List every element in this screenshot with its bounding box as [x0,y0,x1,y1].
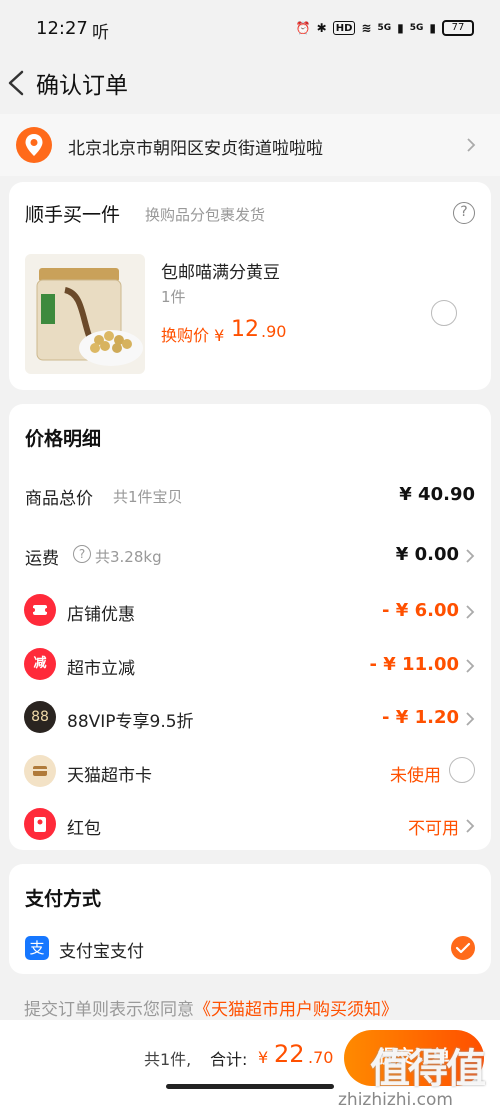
agreement-text: 提交订单则表示您同意《天猫超市用户购买须知》 [24,995,398,1020]
shipping-weight: 共3.28kg [95,548,162,566]
nav-bar: 确认订单 [0,58,500,110]
product-price-integer: 12 [231,317,259,342]
supermarket-discount-value[interactable]: - ¥ 11.00 [370,654,459,675]
address-row[interactable]: 北京北京市朝阳区安贞街道啦啦啦 [0,114,500,176]
payment-title: 支付方式 [25,888,102,910]
total-integer: 22 [274,1040,305,1068]
total-currency: ¥ [258,1048,269,1067]
status-notification-label: 听 [92,23,109,43]
addon-select-radio[interactable] [431,300,457,326]
coupon-icon [24,594,56,626]
supermarket-card-label: 天猫超市卡 [67,766,152,786]
bluetooth-icon: ✱ [316,21,327,35]
vip-discount-value[interactable]: - ¥ 1.20 [382,707,459,728]
shipping-label: 运费 [25,549,59,569]
red-packet-label: 红包 [67,819,101,839]
alipay-icon: 支 [25,936,49,960]
vip-discount-label: 88VIP专享9.5折 [67,712,194,732]
address-text: 北京北京市朝阳区安贞街道啦啦啦 [68,139,323,159]
chevron-right-icon [466,712,475,726]
discount-icon: 减 [24,648,56,680]
shipping-value[interactable]: ¥ 0.00 [396,544,459,565]
price-detail-card: 价格明细 商品总价 共1件宝贝 ¥ 40.90 运费 ? 共3.28kg ¥ 0… [9,404,491,850]
chevron-right-icon [466,659,475,673]
product-name[interactable]: 包邮喵满分黄豆 [161,258,280,283]
total-price-sub: 共1件宝贝 [113,488,183,506]
payment-selected-check-icon[interactable] [451,936,475,960]
product-price-decimal: .90 [261,322,287,341]
signal-bars-icon: ▮ [397,21,404,35]
location-pin-icon [16,127,52,163]
item-count: 共1件, [144,1050,192,1069]
total-label: 合计: [210,1050,248,1069]
vip-88-icon-text: 88 [31,709,49,725]
chevron-right-icon [466,819,475,833]
home-indicator[interactable] [166,1084,334,1089]
chevron-right-icon [466,605,475,619]
addon-card: 顺手买一件 换购品分包裹发货 ? 包邮喵满分黄豆 1件 换购价 ¥ 12 .90 [9,182,491,390]
alarm-icon: ⏰ [295,21,311,35]
shipping-help-icon[interactable]: ? [73,545,91,563]
payment-method-label[interactable]: 支付宝支付 [59,937,144,962]
store-discount-label: 店铺优惠 [67,605,135,625]
red-packet-value[interactable]: 不可用 [408,814,459,839]
chevron-right-icon [466,549,475,563]
discount-icon-text: 减 [33,656,47,671]
help-icon[interactable]: ? [453,202,475,224]
total-price-label: 商品总价 [25,489,93,509]
signal-5g-icon-2: 5G [409,23,424,33]
price-detail-title: 价格明细 [25,428,102,450]
addon-subtitle: 换购品分包裹发货 [145,206,266,224]
hd-icon: HD [332,21,356,35]
vip-88-icon: 88 [24,701,56,733]
product-image[interactable] [25,254,145,374]
status-time: 12:27 [36,18,88,39]
supermarket-discount-label: 超市立减 [67,659,135,679]
wifi-icon: ≋ [361,21,372,35]
signal-bars-icon-2: ▮ [429,21,436,35]
supermarket-card-value: 未使用 [390,766,441,786]
status-bar: 12:27 听 ⏰ ✱ HD ≋ 5G ▮ 5G ▮ 77 [0,0,500,58]
product-quantity: 1件 [161,288,186,306]
total-price-value: ¥ 40.90 [399,484,475,505]
back-arrow-icon[interactable] [4,66,28,100]
watermark-url: zhizhizhi.com [338,1090,453,1110]
signal-5g-icon: 5G [377,23,392,33]
card-icon [24,755,56,787]
page-title: 确认订单 [36,73,128,99]
payment-card: 支付方式 支 支付宝支付 [9,864,491,974]
supermarket-card-radio[interactable] [449,757,475,783]
addon-title: 顺手买一件 [25,204,121,226]
red-packet-icon [24,808,56,840]
watermark-logo: 值得值 [370,1046,486,1092]
product-price-label: 换购价 ¥ [161,326,225,345]
chevron-right-icon [467,138,476,152]
agreement-prefix: 提交订单则表示您同意 [24,1000,194,1020]
agreement-link[interactable]: 《天猫超市用户购买须知》 [194,1000,398,1020]
total-decimal: .70 [308,1048,334,1067]
status-icons: ⏰ ✱ HD ≋ 5G ▮ 5G ▮ 77 [296,20,474,36]
battery-icon: 77 [442,20,474,36]
store-discount-value[interactable]: - ¥ 6.00 [382,600,459,621]
